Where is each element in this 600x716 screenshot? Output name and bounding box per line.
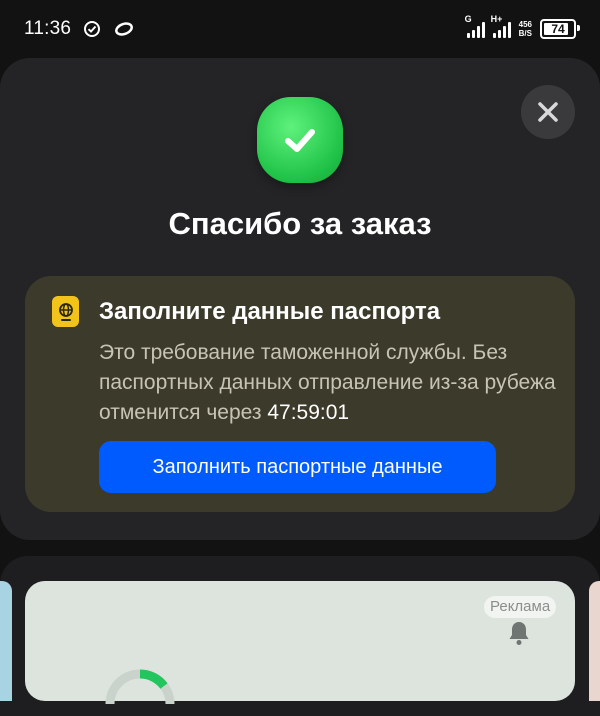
passport-icon bbox=[52, 296, 79, 327]
globe-icon bbox=[58, 302, 73, 321]
ad-label: Реклама bbox=[484, 596, 557, 618]
passport-notice-title: Заполните данные паспорта bbox=[99, 298, 441, 325]
success-check-icon bbox=[257, 97, 343, 183]
check-circle-icon bbox=[84, 21, 101, 37]
signal-2-icon: H+ bbox=[491, 14, 511, 38]
ad-card-next[interactable] bbox=[589, 581, 600, 701]
status-bar: 11:36 G H+ 456 B/S 74 bbox=[0, 0, 600, 58]
network-speed-value: 456 bbox=[518, 20, 532, 29]
status-right: G H+ 456 B/S 74 bbox=[465, 14, 580, 39]
ad-progress-ring-icon bbox=[105, 669, 175, 704]
close-button[interactable] bbox=[521, 85, 575, 139]
network-type-2: H+ bbox=[490, 14, 503, 24]
countdown-timer: 47:59:01 bbox=[267, 401, 350, 424]
battery-icon: 74 bbox=[540, 19, 580, 39]
passport-notice-text: Это требование таможенной службы. Без па… bbox=[99, 338, 559, 428]
loop-icon bbox=[115, 22, 134, 36]
network-speed: 456 B/S bbox=[519, 20, 532, 38]
bell-icon[interactable] bbox=[507, 620, 531, 646]
battery-level: 74 bbox=[551, 22, 565, 36]
checkmark-icon bbox=[285, 129, 315, 152]
fill-passport-button[interactable]: Заполнить паспортные данные bbox=[99, 441, 496, 493]
order-thanks-title: Спасибо за заказ bbox=[168, 206, 432, 241]
status-time: 11:36 bbox=[24, 18, 72, 39]
signal-1-icon: G bbox=[465, 14, 485, 38]
status-left: 11:36 bbox=[24, 18, 135, 40]
network-speed-unit: B/S bbox=[518, 29, 532, 38]
network-type-1: G bbox=[464, 14, 472, 24]
close-icon bbox=[538, 102, 558, 122]
ad-card-previous[interactable] bbox=[0, 581, 12, 701]
